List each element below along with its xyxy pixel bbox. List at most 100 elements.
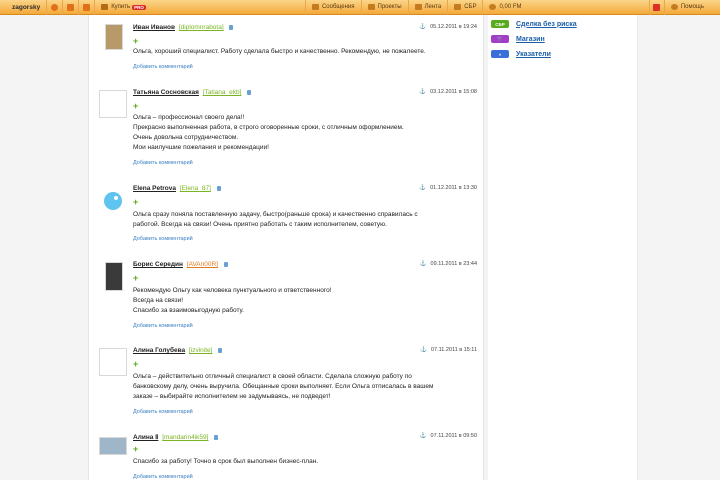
anchor-link-icon[interactable]: ⚓ — [419, 89, 426, 95]
positive-rating-icon: + — [133, 273, 139, 283]
review-text-line: Ольга, хороший специалист. Работу сделал… — [133, 48, 426, 55]
add-comment-link[interactable]: Добавить комментарий — [133, 323, 193, 329]
help-button[interactable]: Помощь — [665, 0, 720, 15]
author-name-link[interactable]: Алина Голубева — [133, 347, 185, 354]
review-text-line: Ольга – действительно отличный специалис… — [133, 373, 412, 380]
avatar[interactable] — [105, 24, 123, 50]
add-comment-link[interactable]: Добавить комментарий — [133, 160, 193, 166]
review-text-line: Прекрасно выполненная работа, в строго о… — [133, 124, 404, 131]
help-icon — [670, 4, 678, 10]
list-icon[interactable] — [78, 0, 94, 15]
buy-pro-button[interactable]: Купить PRO — [94, 0, 152, 15]
messages-label: Сообщения — [321, 4, 355, 10]
author-login-link[interactable]: [mandarin4ik59] — [162, 434, 208, 441]
sidebar-item-shop[interactable]: 🛒 Магазин — [488, 32, 637, 46]
sidebar-item-label[interactable]: Магазин — [516, 36, 545, 43]
review-text-line: банковскому делу, очень выручила. Обещан… — [133, 383, 434, 390]
review-date-text: 05.12.2011 в 19:24 — [430, 24, 477, 30]
avatar[interactable] — [99, 187, 127, 215]
review-text-line: Очень довольна сотрудничеством. — [133, 134, 239, 141]
author-login-link[interactable]: [AVAn00R] — [187, 261, 218, 268]
cart-icon — [101, 4, 109, 10]
add-comment-link[interactable]: Добавить комментарий — [133, 409, 193, 415]
review-text: Ольга – профессионал своего дела!! Прекр… — [133, 113, 473, 153]
projects-label: Проекты — [377, 4, 402, 10]
sidebar-item-sbr[interactable]: СБР Сделка без риска — [488, 17, 637, 31]
handshake-icon — [454, 4, 462, 10]
review-text: Ольга, хороший специалист. Работу сделал… — [133, 47, 473, 57]
review-text-line: Ольга – профессионал своего дела!! — [133, 114, 245, 121]
positive-rating-icon: + — [133, 444, 139, 454]
username-link[interactable]: zagorsky — [0, 4, 46, 11]
sidebar-item-label[interactable]: Сделка без риска — [516, 21, 577, 28]
envelope-icon — [311, 4, 319, 10]
review-text-line: заказе – выбирайте исполнителем не задум… — [133, 393, 331, 400]
review-date-text: 09.11.2011 в 23:44 — [430, 261, 477, 267]
author-name-link[interactable]: Алина Ⅱ — [133, 434, 158, 441]
projects-icon — [367, 4, 375, 10]
positive-rating-icon: + — [133, 36, 139, 46]
pro-badge: PRO — [132, 4, 146, 10]
add-comment-link[interactable]: Добавить комментарий — [133, 236, 193, 242]
sidebar: СБР Сделка без риска 🛒 Магазин » Указате… — [488, 15, 638, 480]
review-text: Ольга – действительно отличный специалис… — [133, 372, 473, 402]
review-date-text: 03.12.2011 в 15:08 — [430, 89, 477, 95]
sidebar-item-pointers[interactable]: » Указатели — [488, 47, 637, 61]
review-text: Рекомендую Ольгу как человека пунктуальн… — [133, 286, 473, 316]
feed-label: Лента — [424, 4, 442, 10]
bird-avatar-icon — [104, 192, 122, 210]
author-login-link[interactable]: [Elena_87] — [180, 185, 211, 192]
verified-icon — [214, 434, 219, 440]
review-header: Алина Голубева [izvinite] — [133, 347, 223, 354]
balance-label: 0,00 FM — [499, 4, 522, 10]
verified-icon — [229, 24, 234, 30]
review-text: Спасибо за работу! Точно в срок был выпо… — [133, 457, 473, 467]
sidebar-item-label[interactable]: Указатели — [516, 51, 551, 58]
add-comment-link[interactable]: Добавить комментарий — [133, 64, 193, 70]
stats-chart-icon[interactable] — [62, 0, 78, 15]
messages-button[interactable]: Сообщения — [304, 0, 361, 15]
anchor-link-icon[interactable]: ⚓ — [420, 261, 427, 267]
cart-icon: 🛒 — [491, 35, 509, 43]
review-text-line: Всегда на связи! — [133, 297, 184, 304]
author-login-link[interactable]: [diplomnrabota] — [179, 24, 224, 31]
anchor-link-icon[interactable]: ⚓ — [419, 185, 426, 191]
avatar[interactable] — [105, 262, 123, 291]
author-name-link[interactable]: Elena Petrova — [133, 185, 176, 192]
author-name-link[interactable]: Иван Иванов — [133, 24, 175, 31]
avatar[interactable] — [99, 348, 127, 376]
review-date: ⚓ 07.11.2011 в 09:50 — [420, 433, 477, 439]
review-header: Elena Petrova [Elena_87] — [133, 185, 221, 192]
review-text-line: Рекомендую Ольгу как человека пунктуальн… — [133, 287, 332, 294]
anchor-link-icon[interactable]: ⚓ — [419, 24, 426, 30]
author-login-link[interactable]: [Tatiana_ekb] — [203, 89, 242, 96]
settings-gear-icon[interactable] — [46, 0, 62, 15]
add-comment-link[interactable]: Добавить комментарий — [133, 474, 193, 480]
author-name-link[interactable]: Борис Середин — [133, 261, 183, 268]
sbr-badge: СБР — [491, 20, 509, 28]
help-label: Помощь — [680, 4, 704, 10]
review-date-text: 07.11.2011 в 15:11 — [430, 347, 477, 353]
coin-icon — [489, 4, 497, 10]
balance-button[interactable]: 0,00 FM — [482, 0, 527, 15]
review-text-line: Спасибо за работу! Точно в срок был выпо… — [133, 458, 319, 465]
review-header: Татьяна Сосновская [Tatiana_ekb] — [133, 89, 252, 96]
author-login-link[interactable]: [izvinite] — [189, 347, 212, 354]
feed-button[interactable]: Лента — [407, 0, 448, 15]
projects-button[interactable]: Проекты — [360, 0, 408, 15]
review-date: ⚓ 01.12.2011 в 13:30 — [419, 185, 477, 191]
anchor-link-icon[interactable]: ⚓ — [420, 433, 427, 439]
avatar[interactable] — [99, 437, 127, 455]
sbr-button[interactable]: СБР — [447, 0, 482, 15]
review-text-line: Ольга сразу поняла поставленную задачу, … — [133, 211, 418, 218]
review-text-line: работой. Всегда на связи! Очень приятно … — [133, 221, 387, 228]
anchor-link-icon[interactable]: ⚓ — [420, 347, 427, 353]
verified-icon — [216, 185, 221, 191]
sbr-label: СБР — [464, 4, 477, 10]
review-date-text: 01.12.2011 в 13:30 — [430, 185, 477, 191]
author-name-link[interactable]: Татьяна Сосновская — [133, 89, 199, 96]
review-text: Ольга сразу поняла поставленную задачу, … — [133, 210, 473, 230]
running-man-icon[interactable] — [648, 0, 665, 15]
avatar[interactable] — [99, 90, 127, 118]
review-text-line: Спасибо за взаимовыгодную работу. — [133, 307, 244, 314]
